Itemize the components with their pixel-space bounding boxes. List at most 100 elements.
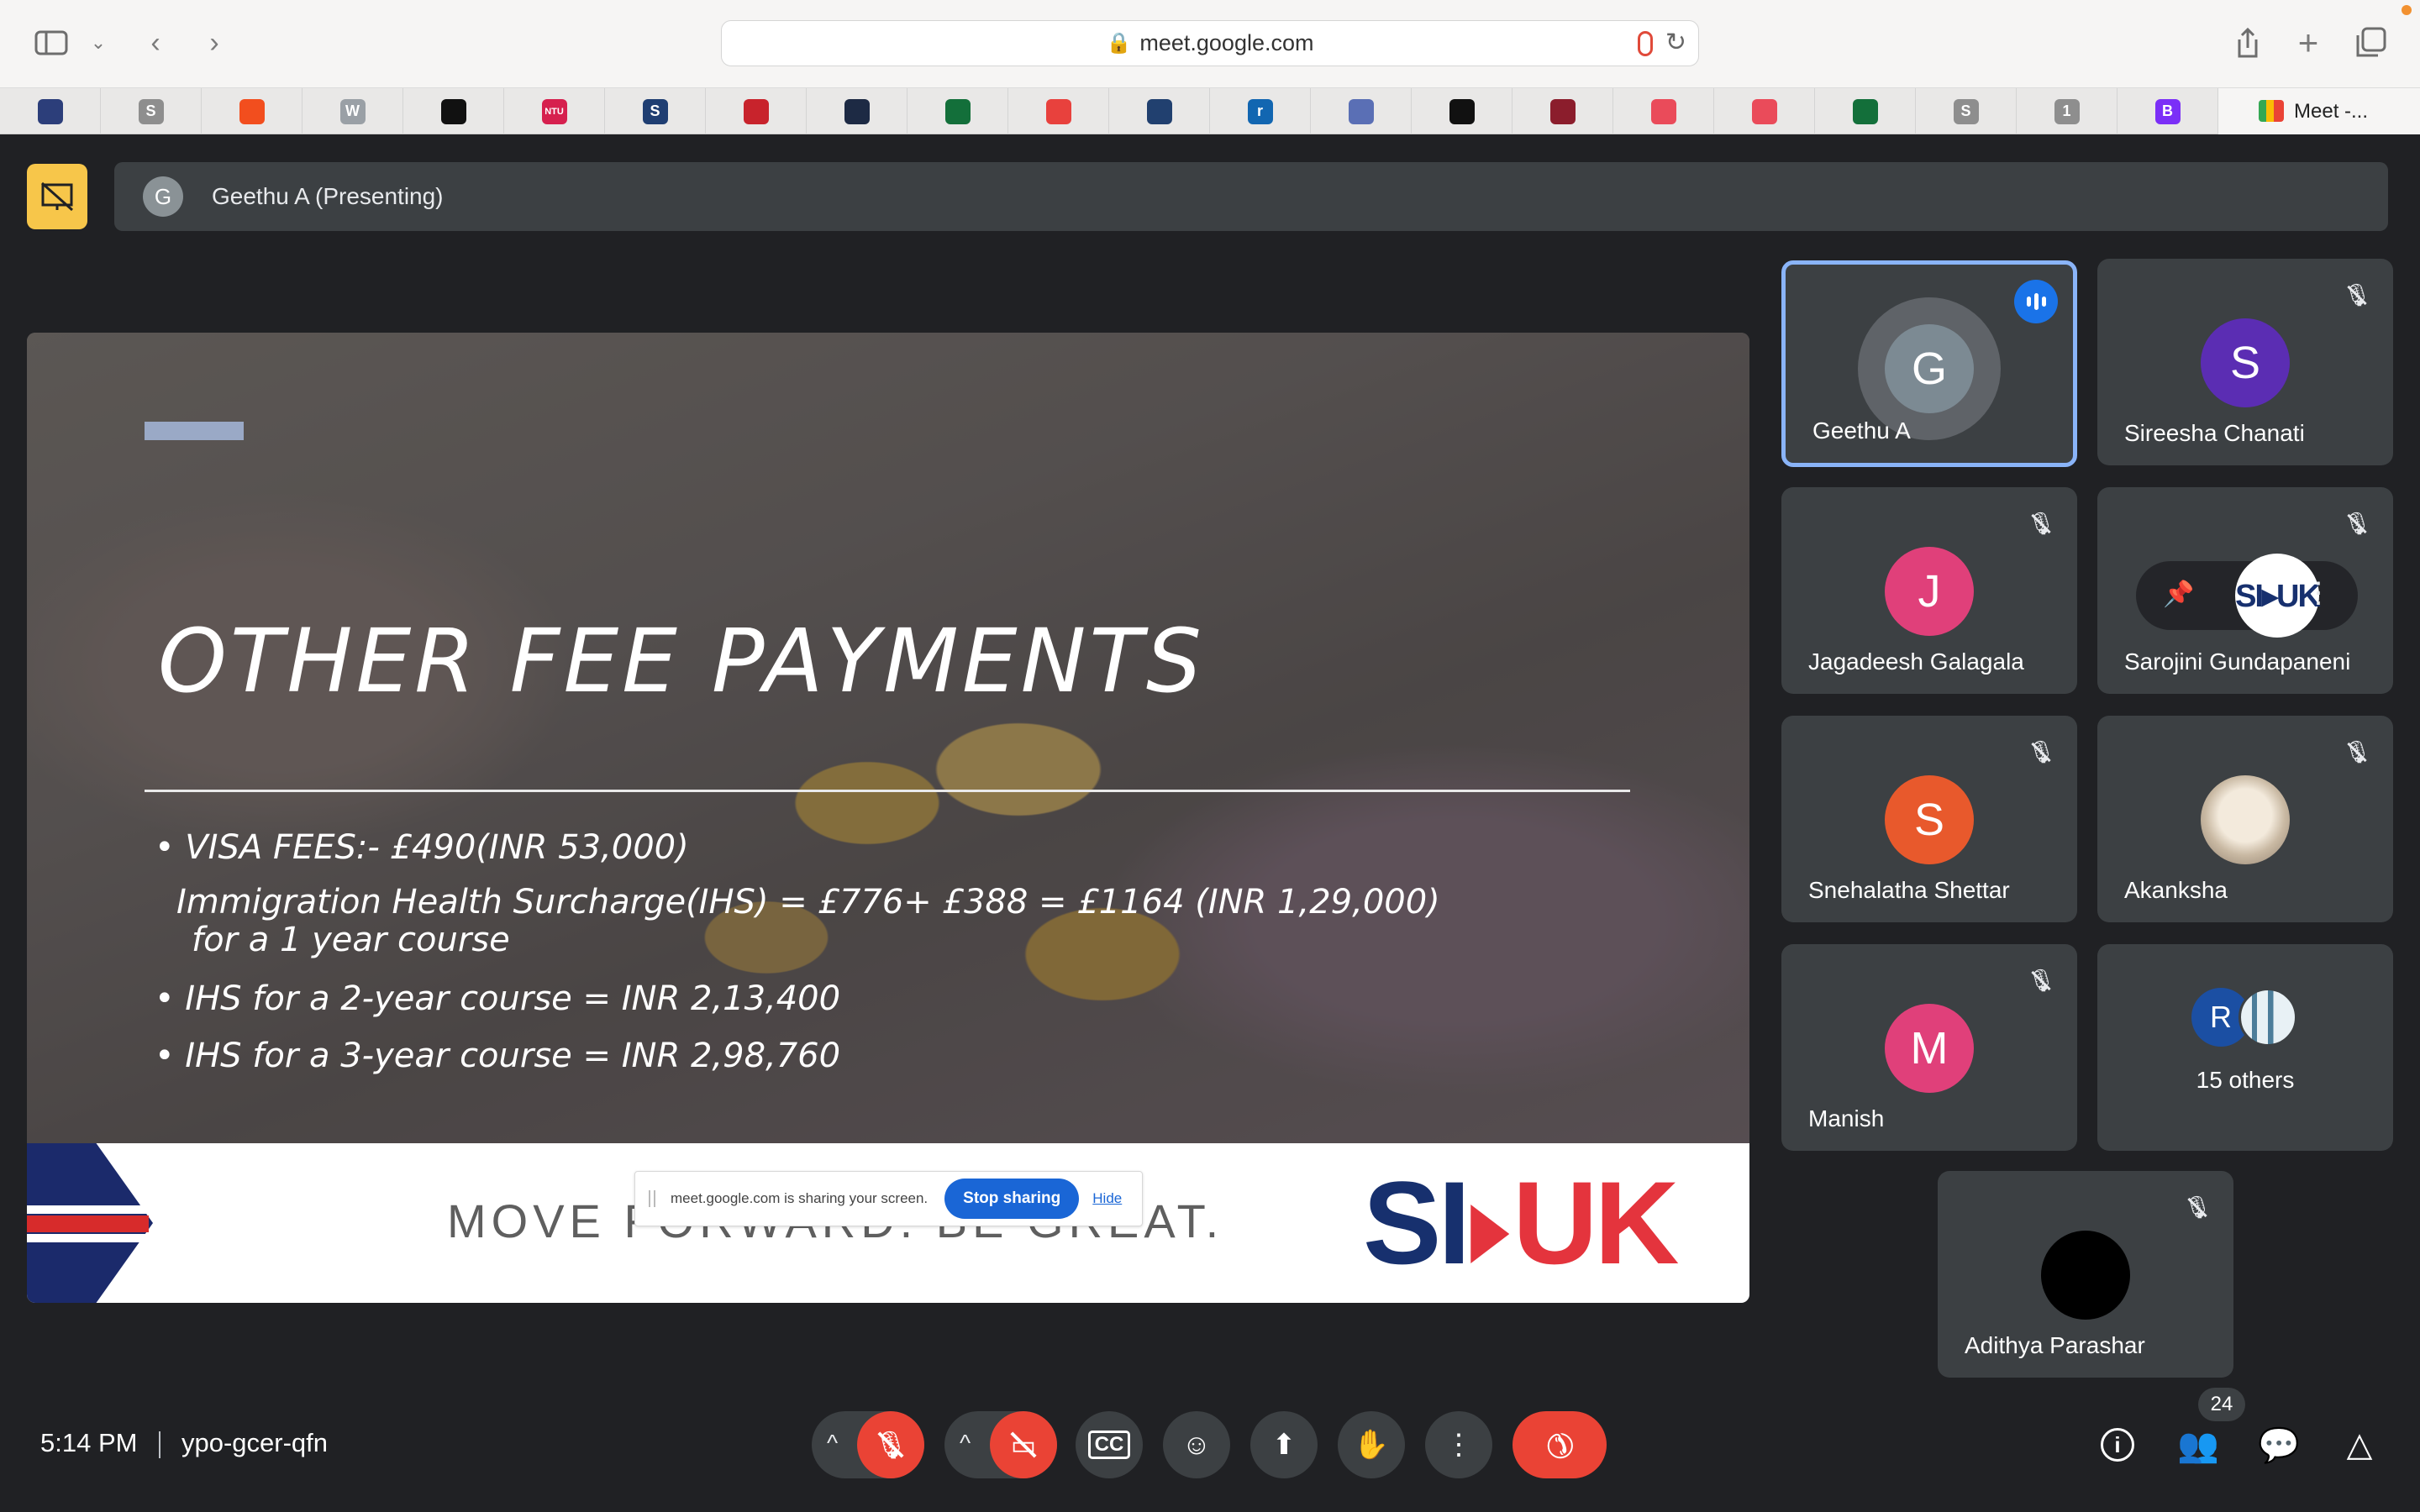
address-bar[interactable]: 🔒 meet.google.com ↻ (721, 20, 1699, 66)
microphone-off-icon: 🎙 (2023, 963, 2059, 998)
reload-icon[interactable]: ↻ (1665, 28, 1686, 57)
new-tab-icon[interactable]: + (2287, 22, 2329, 64)
participant-tile-others[interactable]: R 15 others (2097, 944, 2393, 1151)
favorite-tab[interactable] (908, 88, 1008, 134)
favorite-tab[interactable] (202, 88, 302, 134)
favorite-tab[interactable]: B (2118, 88, 2218, 134)
participant-tile-jagadeesh[interactable]: J 🎙 Jagadeesh Galagala (1781, 487, 2077, 694)
r-icon: r (1247, 98, 1273, 124)
present-now-button[interactable]: ⬆ (1250, 1411, 1318, 1478)
bootstrap-icon: B (2154, 98, 2181, 124)
meeting-code: ypo-gcer-qfn (182, 1428, 329, 1457)
leave-call-button[interactable]: ✆ (1512, 1411, 1607, 1478)
participant-tile-sarojini[interactable]: 🎙 📌 SI▸UK ⋮ Sarojini Gundapaneni (2097, 487, 2393, 694)
separator (159, 1431, 160, 1458)
favorite-tab[interactable] (1311, 88, 1412, 134)
favorite-tab[interactable]: S (605, 88, 706, 134)
others-count-label: 15 others (2196, 1067, 2295, 1093)
microphone-off-icon[interactable]: 🎙 (857, 1411, 924, 1478)
participant-tile-akanksha[interactable]: 🎙 Akanksha (2097, 716, 2393, 922)
participant-name: Snehalatha Shettar (1808, 877, 2010, 903)
chevron-down-icon[interactable]: ⌄ (77, 22, 119, 64)
favorite-tab[interactable] (1412, 88, 1512, 134)
microphone-icon[interactable] (1638, 31, 1653, 56)
emoji-icon: ☺ (1181, 1428, 1212, 1461)
one-icon: 1 (2054, 98, 2080, 124)
favorite-tab[interactable] (1512, 88, 1613, 134)
drag-handle-icon[interactable] (649, 1190, 655, 1207)
camera-control[interactable]: ^ ▭ (944, 1411, 1057, 1478)
present-screen-icon: ⬆ (1271, 1429, 1297, 1461)
microphone-control[interactable]: ^ 🎙 (812, 1411, 924, 1478)
participant-name: Sireesha Chanati (2124, 420, 2305, 446)
crest-icon (743, 98, 769, 124)
meeting-clock: 5:14 PM (40, 1428, 138, 1457)
sidebar-toggle-icon[interactable] (30, 22, 72, 64)
favorite-tab[interactable] (1714, 88, 1815, 134)
favorite-tab[interactable]: NTU (504, 88, 605, 134)
slide-line: • VISA FEES:- £490(INR 53,000) (155, 828, 689, 867)
activities-button[interactable]: △ (2334, 1420, 2385, 1470)
pin-icon[interactable]: 📌 (2163, 580, 2194, 609)
speaking-indicator-icon (2014, 280, 2058, 323)
back-icon[interactable]: ‹ (134, 22, 176, 64)
more-options-button[interactable]: ⋮ (1425, 1411, 1492, 1478)
notification-dot (2402, 5, 2412, 15)
participant-name: Manish (1808, 1105, 1885, 1131)
hand-icon: ✋ (1353, 1429, 1390, 1461)
favorite-tab[interactable]: r (1210, 88, 1311, 134)
tab-overview-icon[interactable] (2349, 22, 2391, 64)
captions-button[interactable]: CC (1076, 1411, 1143, 1478)
favorite-tab[interactable]: S (1916, 88, 2017, 134)
microphone-off-icon: 🎙 (2339, 506, 2375, 541)
presentation-icon[interactable] (27, 164, 87, 229)
participant-tile-manish[interactable]: M 🎙 Manish (1781, 944, 2077, 1151)
info-icon: i (2101, 1428, 2134, 1462)
camera-off-icon[interactable]: ▭ (990, 1411, 1057, 1478)
participant-tile-adithya[interactable]: 🎙 Adithya Parashar (1938, 1171, 2233, 1378)
stop-sharing-button[interactable]: Stop sharing (944, 1179, 1080, 1219)
slide-accent-bar (145, 422, 244, 440)
favorite-tab[interactable]: S (101, 88, 202, 134)
more-options-icon[interactable]: ⋮ (2304, 576, 2333, 610)
chevron-up-icon[interactable]: ^ (827, 1430, 838, 1457)
w-icon: W (339, 98, 366, 124)
hide-banner-link[interactable]: Hide (1092, 1190, 1122, 1207)
favorite-tab[interactable] (1109, 88, 1210, 134)
participant-tile-snehalatha[interactable]: S 🎙 Snehalatha Shettar (1781, 716, 2077, 922)
figma-icon (239, 98, 265, 124)
participant-name: Akanksha (2124, 877, 2228, 903)
meet-browser-tab[interactable]: Meet -... (2218, 88, 2420, 134)
chat-icon: 💬 (2258, 1426, 2300, 1464)
favorite-tab[interactable] (403, 88, 504, 134)
chevron-up-icon[interactable]: ^ (960, 1430, 971, 1457)
raise-hand-button[interactable]: ✋ (1338, 1411, 1405, 1478)
shared-slide: OTHER FEE PAYMENTS • VISA FEES:- £490(IN… (27, 333, 1749, 1303)
participant-tile-sireesha[interactable]: S 🎙 Sireesha Chanati (2097, 259, 2393, 465)
favorite-tab[interactable] (1613, 88, 1714, 134)
crest-icon (1852, 98, 1878, 124)
swirl-icon (1751, 98, 1777, 124)
crest-icon (944, 98, 971, 124)
people-button[interactable]: 👥 (2173, 1420, 2223, 1470)
favorite-tab[interactable] (807, 88, 908, 134)
microphone-off-icon: 🎙 (2339, 277, 2375, 312)
lock-icon: 🔒 (1106, 32, 1132, 55)
screen-share-banner: meet.google.com is sharing your screen. … (634, 1171, 1143, 1226)
favorite-tab[interactable] (1815, 88, 1916, 134)
favorite-tab[interactable] (0, 88, 101, 134)
tile-hover-controls: 📌 SI▸UK ⋮ (2136, 554, 2358, 638)
forward-icon[interactable]: › (193, 22, 235, 64)
microphone-off-icon: 🎙 (2023, 506, 2059, 541)
chat-button[interactable]: 💬 (2254, 1420, 2304, 1470)
favorite-tab[interactable]: 1 (2017, 88, 2118, 134)
share-icon[interactable] (2227, 22, 2269, 64)
participant-tile-geethu[interactable]: G Geethu A (1781, 260, 2077, 467)
presenter-avatar: G (143, 176, 183, 217)
reactions-button[interactable]: ☺ (1163, 1411, 1230, 1478)
swirl-icon (1650, 98, 1676, 124)
meeting-details-button[interactable]: i (2092, 1420, 2143, 1470)
favorite-tab[interactable] (1008, 88, 1109, 134)
favorite-tab[interactable]: W (302, 88, 403, 134)
favorite-tab[interactable] (706, 88, 807, 134)
